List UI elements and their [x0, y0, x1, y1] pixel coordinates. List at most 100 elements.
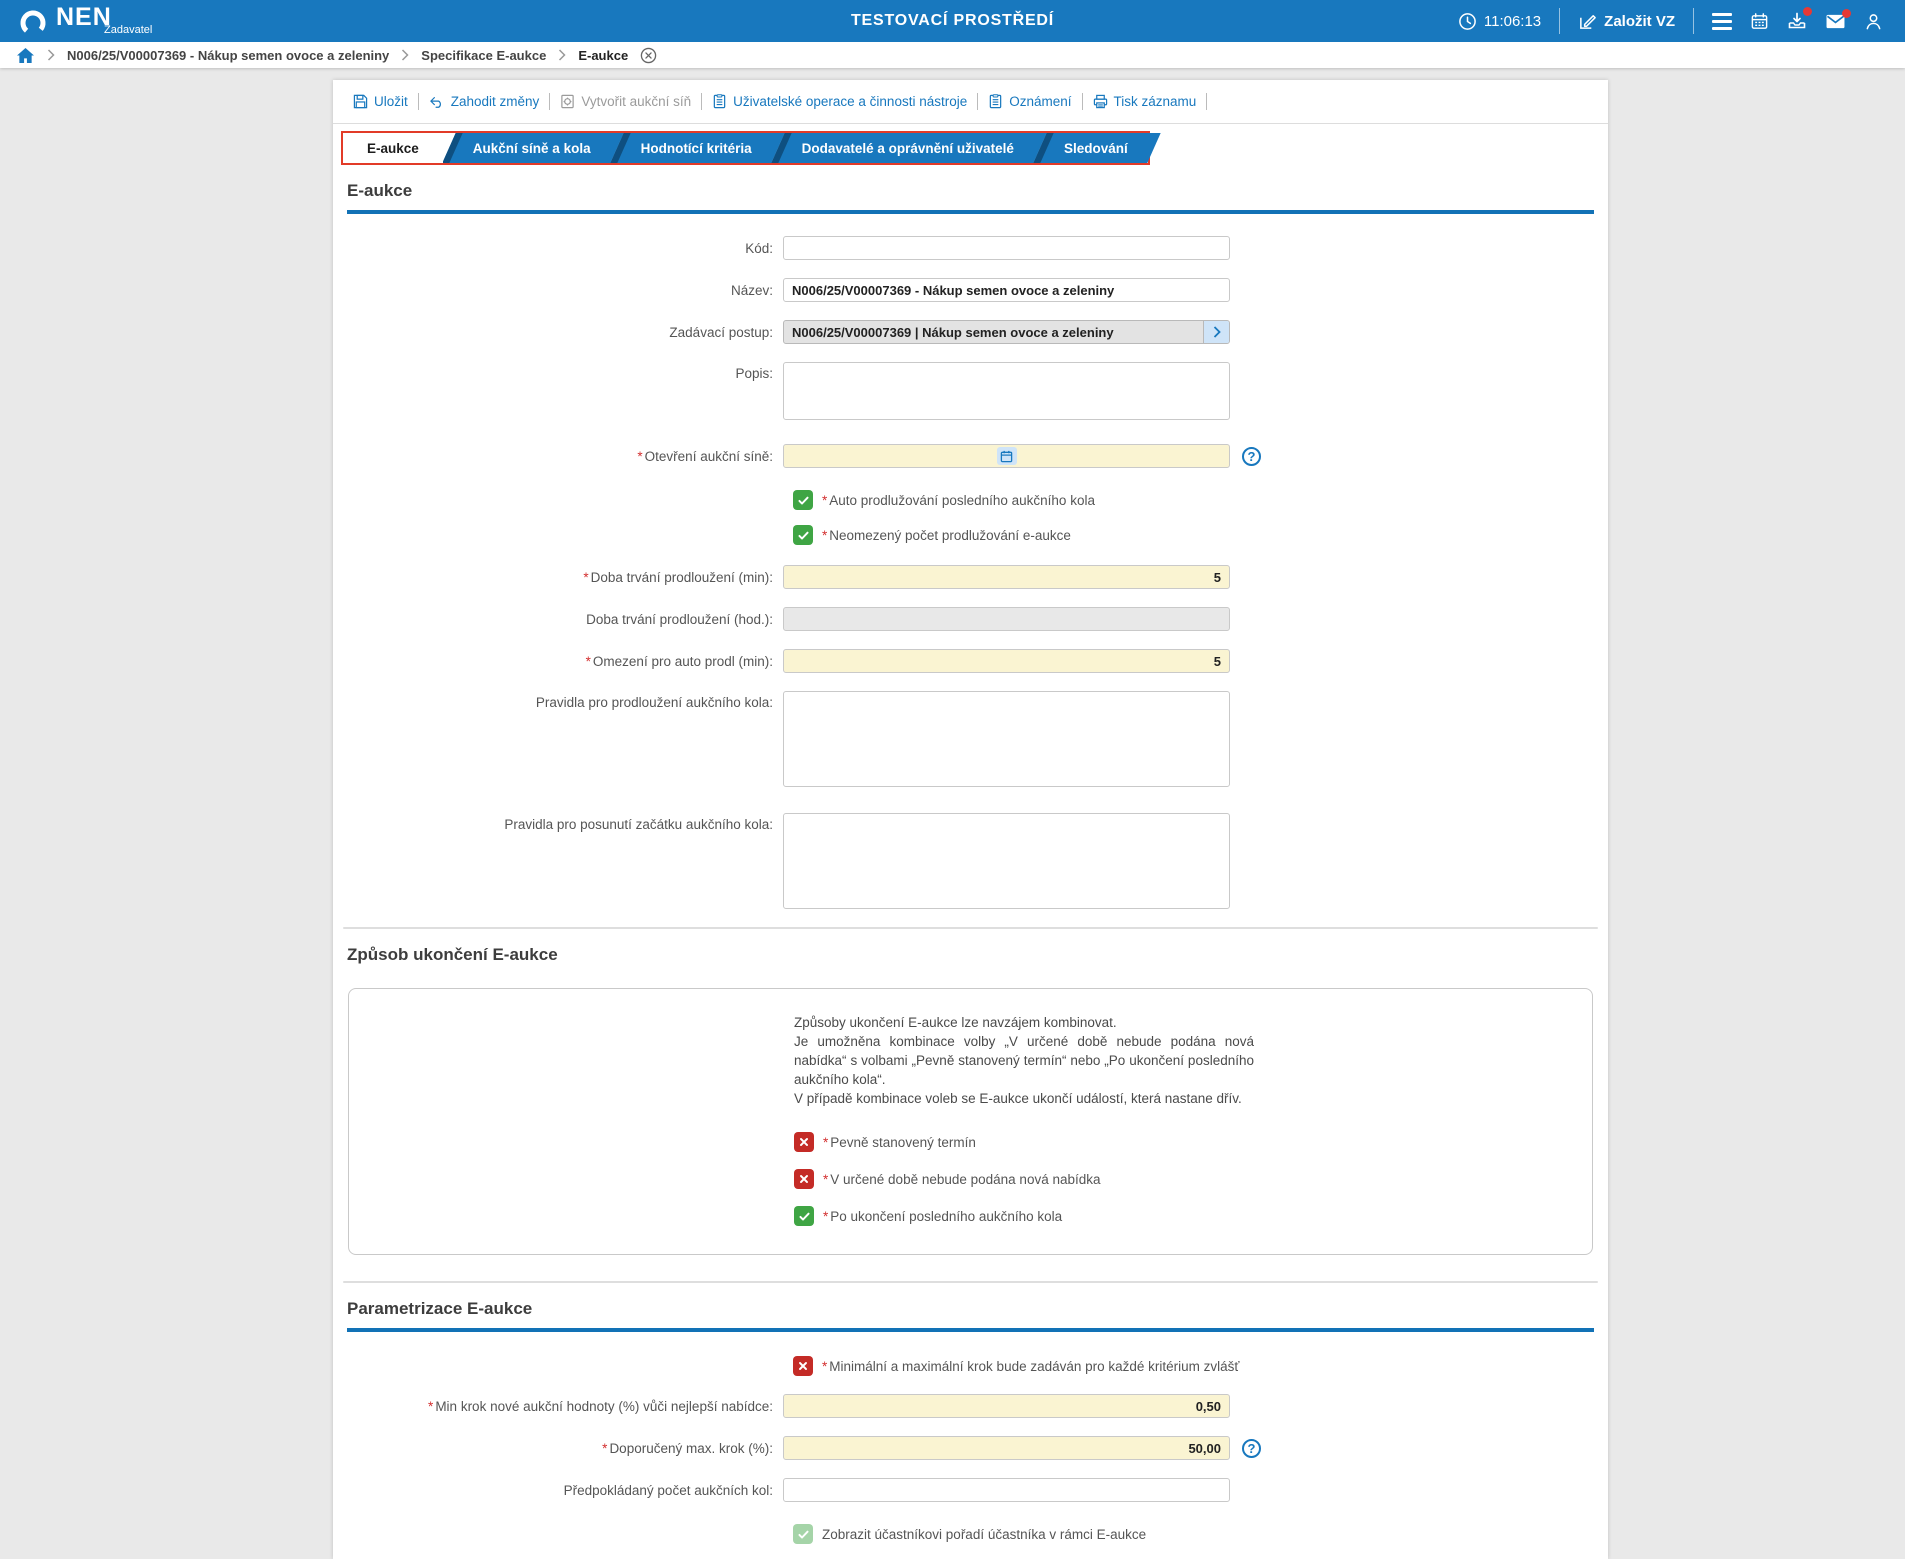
downloads-button[interactable] — [1787, 7, 1812, 31]
create-vz-button[interactable]: Založit VZ — [1578, 12, 1675, 31]
chevron-right-icon — [47, 49, 55, 61]
user-operations-button[interactable]: Uživatelské operace a činnosti nástroje — [702, 94, 977, 109]
pravidla-prodlouzeni-textarea[interactable] — [783, 691, 1230, 787]
create-auction-room-button[interactable]: Vytvořit aukční síň — [550, 94, 701, 109]
popis-label: Popis: — [735, 366, 773, 381]
clock-icon — [1458, 12, 1477, 31]
nen-logo[interactable]: NEN Zadavatel — [18, 4, 152, 38]
checkbox-urcene-dobe-unchecked[interactable] — [794, 1169, 814, 1189]
doba-trvani-hod-label: Doba trvání prodloužení (hod.): — [586, 611, 773, 627]
record-toolbar: Uložit Zahodit změny Vytvořit aukční síň — [333, 80, 1608, 124]
auction-room-icon — [560, 94, 575, 109]
checkbox-po-ukonceni-checked[interactable] — [794, 1206, 814, 1226]
end-methods-info-line1: Způsoby ukončení E-aukce lze navzájem ko… — [794, 1015, 1117, 1030]
pocet-kol-label: Předpokládaný počet aukčních kol: — [563, 1482, 773, 1498]
tab-aukcni-sine-a-kola[interactable]: Aukční síně a kola — [442, 133, 624, 163]
checkbox-label: * V určené době nebude podána nová nabídk… — [823, 1171, 1101, 1187]
user-account-button[interactable] — [1864, 12, 1883, 31]
current-time: 11:06:13 — [1483, 12, 1542, 30]
screen: NEN Zadavatel TESTOVACÍ PROSTŘEDÍ 11:06:… — [0, 0, 1905, 1559]
home-icon[interactable] — [16, 47, 35, 64]
popis-textarea[interactable] — [783, 362, 1230, 420]
end-methods-info-line3: V případě kombinace voleb se E-aukce uko… — [794, 1091, 1242, 1106]
zadavaci-postup-value: N006/25/V00007369 | Nákup semen ovoce a … — [792, 324, 1114, 340]
clock-status: 11:06:13 — [1458, 12, 1541, 31]
content-card: Uložit Zahodit změny Vytvořit aukční síň — [333, 80, 1608, 1559]
open-detail-button[interactable] — [1203, 321, 1229, 343]
brand-subtitle: Zadavatel — [104, 24, 153, 36]
clipboard-icon — [988, 94, 1003, 109]
edit-icon — [1578, 12, 1597, 31]
x-icon — [800, 1175, 808, 1183]
kod-input[interactable] — [783, 236, 1230, 260]
checkbox-label: * Minimální a maximální krok bude zadáván… — [822, 1358, 1240, 1374]
checkbox-label: * Po ukončení posledního aukčního kola — [823, 1208, 1063, 1224]
breadcrumb-item-current[interactable]: E-aukce — [578, 48, 628, 63]
checkbox-neomezeny-pocet-checked[interactable] — [793, 525, 813, 545]
end-methods-box: Způsoby ukončení E-aukce lze navzájem ko… — [348, 988, 1593, 1255]
checkbox-pevny-termin-unchecked[interactable] — [794, 1132, 814, 1152]
nazev-label: Název: — [730, 282, 773, 298]
end-methods-info-line2: Je umožněna kombinace volby „V určené do… — [794, 1034, 1254, 1087]
breadcrumb-item-procedure[interactable]: N006/25/V00007369 - Nákup semen ovoce a … — [67, 48, 389, 63]
section-divider — [343, 1281, 1598, 1283]
messages-button[interactable] — [1825, 8, 1851, 30]
calendar-button[interactable] — [1750, 12, 1769, 31]
otevreni-date-input[interactable] — [783, 444, 1230, 468]
help-icon[interactable]: ? — [1242, 1438, 1261, 1458]
check-icon — [798, 1212, 810, 1220]
print-record-button[interactable]: Tisk záznamu — [1083, 94, 1207, 109]
chevron-right-icon — [558, 49, 566, 61]
notifications-button[interactable]: Oznámení — [978, 94, 1081, 109]
chevron-right-icon — [401, 49, 409, 61]
omezeni-auto-prodl-label: * Omezení pro auto prodl (min): — [585, 653, 773, 669]
help-icon[interactable]: ? — [1242, 446, 1261, 466]
pravidla-posunuti-textarea[interactable] — [783, 813, 1230, 909]
min-krok-label: * Min krok nové aukční hodnoty (%) vůči n… — [428, 1398, 773, 1414]
otevreni-label: * Otevření aukční síně: — [637, 448, 773, 464]
section-title-parametrizace: Parametrizace E-aukce — [347, 1299, 1594, 1332]
tab-dodavatele-a-opravneni-uzivatele[interactable]: Dodavatelé a oprávnění uživatelé — [770, 133, 1047, 163]
doba-trvani-min-input[interactable] — [783, 565, 1230, 589]
checkbox-label: * Pevně stanovený termín — [823, 1134, 976, 1150]
pocet-kol-input[interactable] — [783, 1478, 1230, 1502]
close-tab-icon[interactable] — [640, 47, 657, 64]
chevron-right-icon — [1213, 326, 1221, 338]
calendar-icon — [1750, 12, 1769, 31]
section-title-e-aukce: E-aukce — [347, 181, 1594, 214]
max-krok-input[interactable] — [783, 1436, 1230, 1460]
pravidla-prodlouzeni-label: Pravidla pro prodloužení aukčního kola: — [535, 695, 773, 710]
doba-trvani-hod-input[interactable] — [783, 607, 1230, 631]
printer-icon — [1093, 94, 1108, 109]
section-divider — [343, 927, 1598, 929]
checkbox-poradi-checked-disabled[interactable] — [793, 1524, 813, 1544]
section-title-zpusob-ukonceni: Způsob ukončení E-aukce — [347, 945, 558, 964]
checkbox-min-max-krok-unchecked[interactable] — [793, 1356, 813, 1376]
nazev-input[interactable] — [783, 278, 1230, 302]
toolbar-divider — [1206, 93, 1208, 110]
clipboard-icon — [712, 94, 727, 109]
pravidla-posunuti-label: Pravidla pro posunutí začátku aukčního k… — [504, 817, 773, 832]
discard-changes-button[interactable]: Zahodit změny — [419, 94, 550, 109]
omezeni-auto-prodl-input[interactable] — [783, 649, 1230, 673]
tab-e-aukce[interactable]: E-aukce — [343, 133, 443, 163]
tab-hodnotici-kriteria[interactable]: Hodnotící kritéria — [609, 133, 785, 163]
x-icon — [800, 1138, 808, 1146]
save-button[interactable]: Uložit — [343, 94, 418, 109]
zadavaci-postup-field[interactable]: N006/25/V00007369 | Nákup semen ovoce a … — [783, 320, 1230, 344]
checkbox-auto-prodluzovani-checked[interactable] — [793, 490, 813, 510]
environment-title: TESTOVACÍ PROSTŘEDÍ — [850, 12, 1055, 29]
kod-label: Kód: — [745, 240, 773, 256]
breadcrumb-item-specification[interactable]: Specifikace E-aukce — [421, 48, 546, 63]
max-krok-label: * Doporučený max. krok (%): — [602, 1440, 773, 1456]
min-krok-input[interactable] — [783, 1394, 1230, 1418]
zadavaci-postup-label: Zadávací postup: — [669, 324, 773, 340]
breadcrumb: N006/25/V00007369 - Nákup semen ovoce a … — [0, 42, 1905, 68]
tab-sledovani[interactable]: Sledování — [1033, 133, 1161, 163]
calendar-icon[interactable] — [996, 447, 1017, 465]
menu-button[interactable] — [1712, 12, 1732, 30]
check-icon — [797, 531, 809, 539]
tab-strip: E-aukce Aukční síně a kola Hodnotící kri… — [341, 131, 1161, 165]
top-header-bar: NEN Zadavatel TESTOVACÍ PROSTŘEDÍ 11:06:… — [0, 0, 1905, 42]
divider — [1693, 8, 1694, 34]
